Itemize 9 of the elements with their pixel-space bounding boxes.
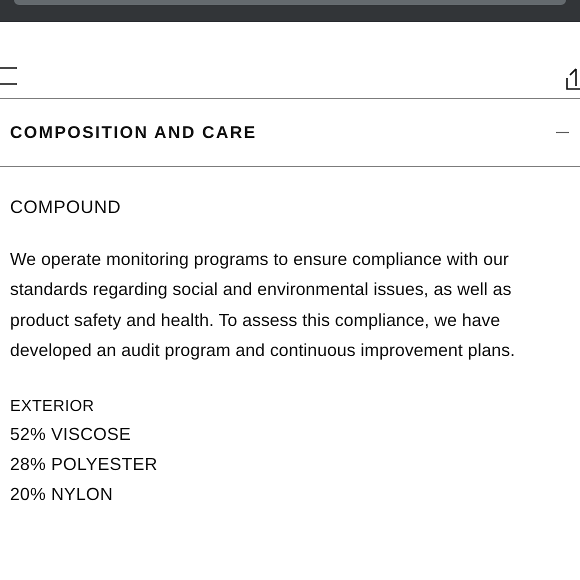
material-line: 52% VISCOSE — [10, 423, 132, 446]
menu-icon[interactable] — [0, 66, 18, 86]
material-line: 28% POLYESTER — [10, 453, 159, 476]
section-title[interactable]: COMPOSITION AND CARE — [10, 122, 257, 142]
compound-description: We operate monitoring programs to ensure compliance with our standards regarding social and environmental issues, as well as product safety and health. To assess this compliance, we have developed an audit program and continuous improvement plans. — [10, 248, 516, 362]
material-line: 20% NYLON — [10, 483, 114, 506]
compound-heading: COMPOUND — [10, 197, 122, 218]
exterior-heading: EXTERIOR — [10, 397, 96, 418]
share-icon[interactable] — [566, 66, 580, 90]
